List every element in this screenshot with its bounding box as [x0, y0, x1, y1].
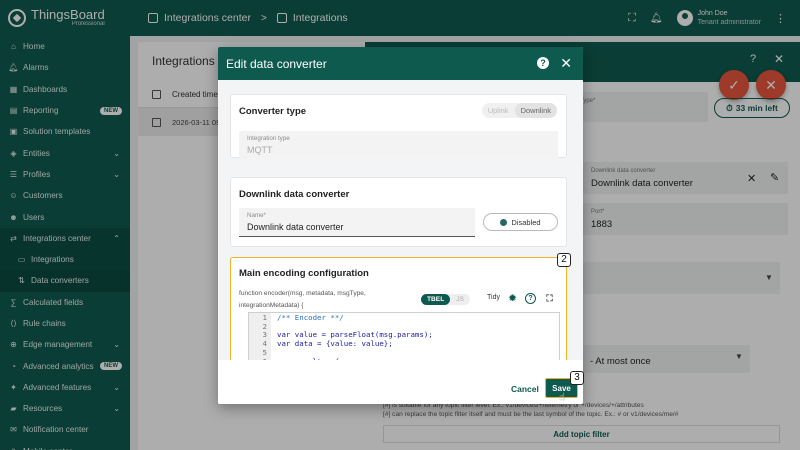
code-text: var data = {value: value};	[277, 339, 393, 349]
integration-type-label: Integration type	[247, 135, 290, 142]
converter-name-input[interactable]: Name* Downlink data converter	[239, 208, 475, 237]
tidy-button[interactable]: Tidy	[487, 294, 500, 301]
downlink-converter-card: Downlink data converter Name* Downlink d…	[230, 177, 567, 247]
status-dot-icon	[500, 218, 508, 226]
converter-type-card: Converter type Uplink Downlink Integrati…	[230, 94, 567, 158]
downlink-option[interactable]: Downlink	[514, 103, 557, 118]
step-marker-3: 3	[570, 371, 584, 385]
integration-type-value: MQTT	[247, 145, 273, 155]
integration-type-field: Integration type MQTT	[239, 131, 558, 158]
help-icon[interactable]: ?	[525, 293, 536, 304]
code-line: 4 var data = {value: value};	[249, 339, 559, 349]
function-signature: function encoder(msg, metadata, msgType,…	[239, 290, 366, 309]
code-text: /** Encoder **/	[277, 313, 344, 322]
dialog-footer: Cancel	[218, 360, 583, 404]
dialog-body: Converter type Uplink Downlink Integrati…	[218, 80, 583, 376]
uplink-option[interactable]: Uplink	[482, 103, 515, 118]
debug-bug-icon[interactable]: ✹	[507, 293, 518, 304]
cancel-button[interactable]: Cancel	[511, 384, 539, 394]
dialog-close-icon[interactable]: ✕	[560, 55, 572, 72]
fullscreen-icon[interactable]: ⛶	[544, 293, 555, 304]
cursor-pointer-icon: ☝︎	[559, 392, 566, 403]
debug-status-chip[interactable]: Disabled	[483, 213, 558, 231]
code-line: 1/** Encoder **/	[249, 313, 559, 323]
tbel-option[interactable]: TBEL	[421, 294, 451, 305]
downlink-card-title: Downlink data converter	[239, 189, 350, 200]
converter-name-value: Downlink data converter	[247, 222, 344, 232]
js-option[interactable]: JS	[450, 294, 470, 305]
converter-type-toggle: Uplink Downlink	[481, 103, 557, 118]
step-marker-2: 2	[557, 253, 571, 267]
language-toggle: TBEL JS	[421, 294, 470, 305]
help-icon[interactable]: ?	[537, 57, 549, 69]
edit-converter-dialog: Edit data converter ? ✕ Converter type U…	[218, 47, 583, 404]
encoding-config-card: Main encoding configuration function enc…	[230, 257, 567, 376]
encoding-title: Main encoding configuration	[239, 268, 369, 279]
dialog-title: Edit data converter	[226, 56, 327, 71]
converter-type-title: Converter type	[239, 106, 307, 117]
converter-name-label: Name*	[247, 212, 266, 219]
status-text: Disabled	[511, 217, 541, 227]
dialog-header: Edit data converter ? ✕	[218, 47, 583, 80]
